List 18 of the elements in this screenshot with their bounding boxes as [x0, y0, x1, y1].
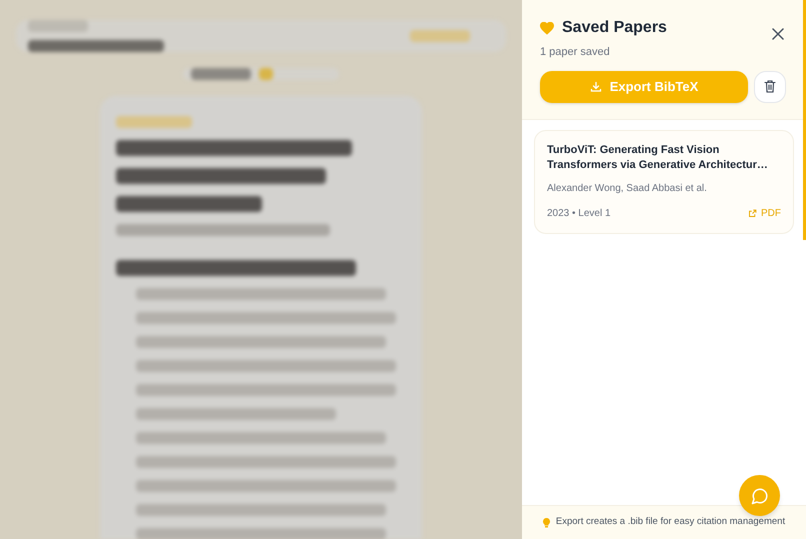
lightbulb-icon — [542, 518, 550, 528]
close-icon — [772, 28, 784, 40]
heart-icon — [540, 22, 554, 34]
footer-tip: Export creates a .bib file for easy citation management — [556, 515, 786, 530]
external-link-icon — [748, 208, 757, 218]
paper-authors: Alexander Wong, Saad Abbasi et al. — [547, 182, 708, 196]
paper-card[interactable]: TurboViT: Generating Fast Vision Transformers via Generative Architectur… Alexander Wong, Saad Abbasi et al. 2023 • Level 1 PDF — [534, 130, 794, 234]
download-icon — [590, 80, 602, 92]
trash-icon — [764, 80, 776, 93]
delete-button[interactable] — [754, 70, 786, 102]
close-button[interactable] — [772, 28, 784, 40]
saved-count: 1 paper saved — [540, 45, 611, 60]
paper-title: TurboViT: Generating Fast Vision Transformers via Generative Architectur… — [547, 142, 769, 172]
export-bibtex-button[interactable]: Export BibTeX — [540, 70, 748, 102]
paper-meta: 2023 • Level 1 — [547, 206, 611, 220]
chat-bubble-icon — [750, 486, 768, 504]
panel-title: Saved Papers — [562, 18, 667, 38]
pdf-link[interactable]: PDF — [748, 206, 781, 220]
